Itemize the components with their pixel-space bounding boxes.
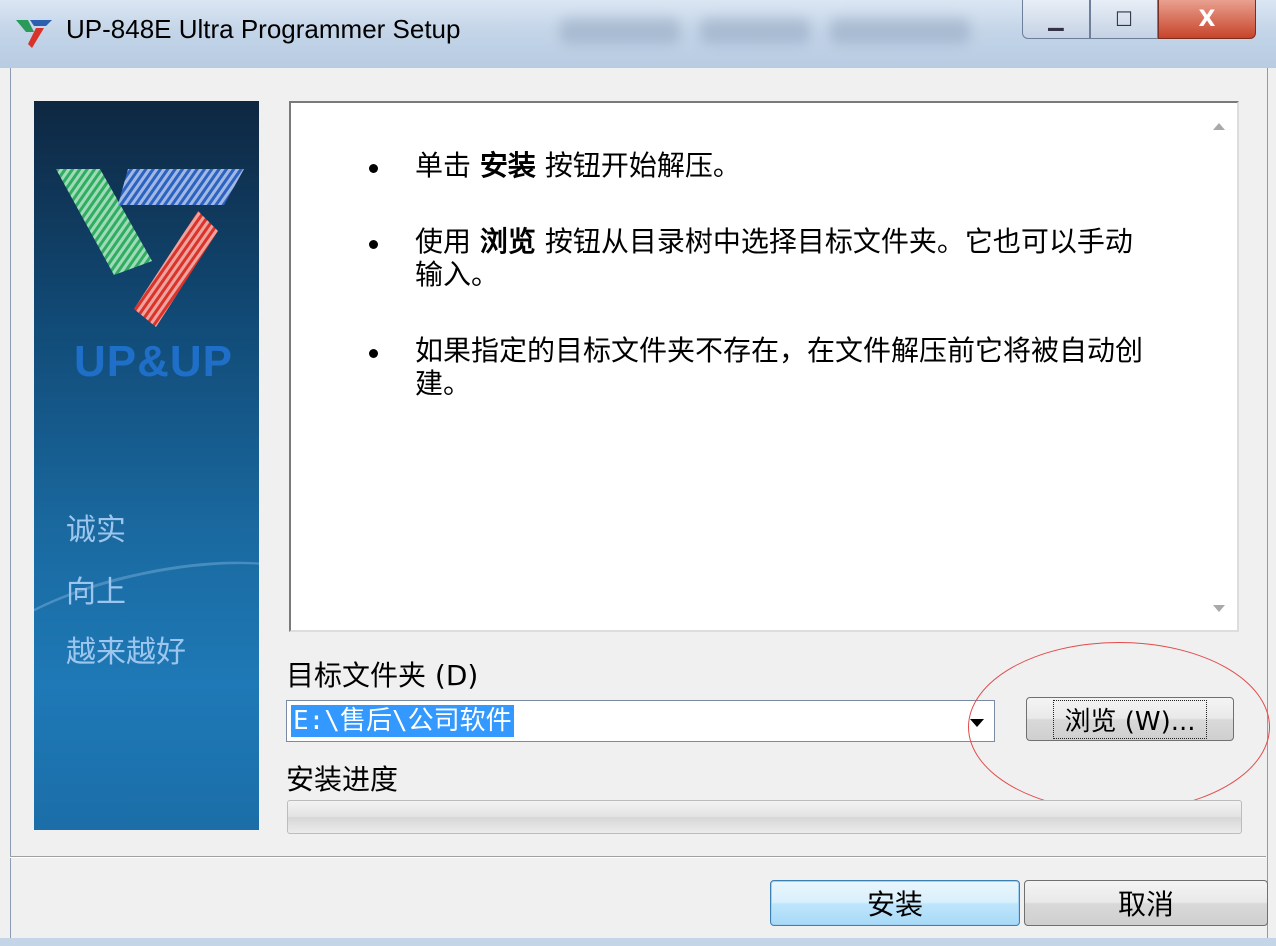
window-title: UP-848E Ultra Programmer Setup [66,14,461,44]
destination-folder-label: 目标文件夹 (D) [286,659,479,692]
vertical-scrollbar[interactable] [1203,105,1235,628]
blurred-taskbar-region [700,18,810,44]
footer-divider [10,856,1266,858]
scroll-down-icon[interactable] [1213,605,1225,612]
maximize-icon: ☐ [1115,7,1133,31]
maximize-button[interactable]: ☐ [1090,0,1158,39]
slogan-line-3: 越来越好 [66,635,186,670]
close-button[interactable]: X [1158,0,1256,39]
install-button-label: 安装 [866,888,923,921]
browse-button[interactable]: 浏览 (W)... [1026,697,1234,741]
instruction-item: 使用 浏览 按钮从目录树中选择目标文件夹。它也可以手动输入。 [369,225,1159,291]
cancel-button-label: 取消 [1117,888,1174,921]
instruction-item: 单击 安装 按钮开始解压。 [369,149,1159,182]
bullet-icon [369,164,378,173]
instruction-emphasis: 安装 [479,149,536,182]
blurred-taskbar-region [830,18,970,44]
slogan-line-1: 诚实 [66,513,126,548]
minimize-icon: ▁ [1048,7,1064,31]
minimize-button[interactable]: ▁ [1022,0,1090,39]
window-controls: ▁ ☐ X [1022,0,1256,40]
app-logo-icon [16,20,52,48]
install-progress-label: 安装进度 [286,763,399,796]
bullet-icon [369,349,378,358]
cancel-button[interactable]: 取消 [1024,880,1268,926]
instruction-emphasis: 浏览 [479,225,536,258]
brand-name: UP&UP [74,337,234,386]
install-progress-bar [287,800,1242,834]
side-banner: UP&UP 诚实 向上 越来越好 [34,101,259,830]
scroll-up-icon[interactable] [1213,123,1225,130]
instruction-text: 使用 [415,225,480,258]
title-bar: UP-848E Ultra Programmer Setup ▁ ☐ X [0,0,1276,68]
slogan-line-2: 向上 [66,575,126,610]
bullet-icon [369,240,378,249]
instruction-text: 如果指定的目标文件夹不存在，在文件解压前它将被自动创建。 [415,334,1144,400]
chevron-down-icon[interactable] [966,709,988,733]
destination-folder-combobox[interactable]: E:\售后\公司软件 [286,700,995,742]
window-frame-bottom [0,938,1276,946]
blurred-taskbar-region [560,18,680,44]
destination-folder-value[interactable]: E:\售后\公司软件 [291,705,514,737]
instructions-list: 单击 安装 按钮开始解压。 使用 浏览 按钮从目录树中选择目标文件夹。它也可以手… [369,149,1159,443]
install-button[interactable]: 安装 [770,880,1020,926]
close-icon: X [1198,6,1216,32]
instruction-text: 按钮开始解压。 [535,149,741,182]
instruction-text: 单击 [415,149,480,182]
instructions-textbox[interactable]: 单击 安装 按钮开始解压。 使用 浏览 按钮从目录树中选择目标文件夹。它也可以手… [289,101,1239,632]
browse-button-label: 浏览 (W)... [1053,699,1207,739]
instruction-item: 如果指定的目标文件夹不存在，在文件解压前它将被自动创建。 [369,334,1159,400]
